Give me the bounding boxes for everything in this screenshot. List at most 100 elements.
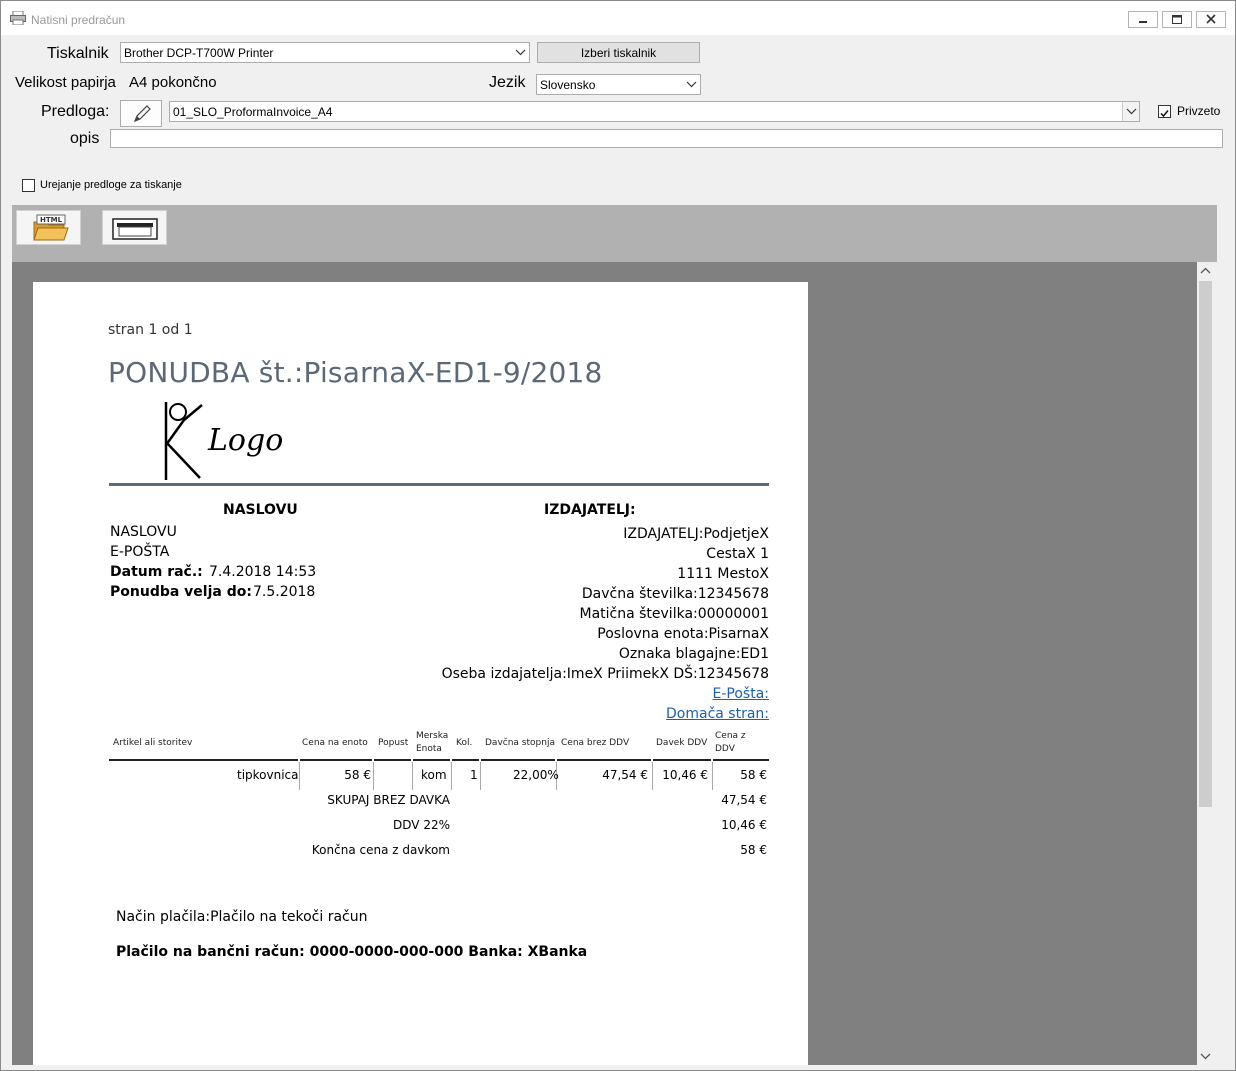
minimize-button[interactable] [1128,11,1158,28]
print-window: Natisni predračun Tiskalnik Brother DCP-… [0,0,1236,1071]
html-folder-icon: HTML [33,214,69,241]
edit-template-button[interactable] [120,100,162,127]
cell-divider [412,762,413,790]
issuer-line: Matična številka:00000001 [579,606,769,622]
cell-divider [712,762,713,790]
header-underline [481,759,555,761]
edit-template-label: Urejanje predloge za tiskanje [40,179,182,191]
cell-unit: kom [421,768,447,782]
edit-template-checkbox[interactable] [22,179,35,192]
pencil-icon [133,105,151,123]
col-header-qty: Kol. [456,738,473,748]
minimize-icon [1139,21,1147,23]
header-underline [452,759,479,761]
issuer-heading: IZDAJATELJ: [544,502,636,518]
header-underline [713,759,769,761]
document-page: stran 1 od 1 PONUDBA št.:PisarnaX-ED1-9/… [33,282,808,1065]
col-header-gross: Cena z DDV [715,731,746,754]
homepage-link[interactable]: Domača stran: [442,704,769,724]
cell-item: tipkovnica [237,768,299,782]
template-select[interactable]: 01_SLO_ProformaInvoice_A4 [169,101,1140,122]
template-label: Predloga: [41,103,110,120]
col-header-item: Artikel ali storitev [113,738,193,748]
cell-tax-rate: 22,00% [513,768,559,782]
header-divider [109,483,769,486]
total-gross-value: 58 € [740,843,767,857]
title-bar: Natisni predračun [1,1,1235,35]
company-logo: Logo [164,402,283,480]
language-label: Jezik [489,74,526,91]
print-button[interactable] [102,210,167,245]
issuer-line: Oseba izdajatelja:ImeX PriimekX DŠ:12345… [441,666,769,682]
vertical-scrollbar[interactable] [1197,262,1214,1065]
col-header-unit: Merska Enota [416,731,449,754]
valid-until-label: Ponudba velja do: [110,584,252,600]
cell-gross: 58 € [740,768,767,782]
checkmark-icon [1160,110,1169,118]
issuer-line: 1111 MestoX [677,566,769,582]
cell-vat: 10,46 € [662,768,708,782]
maximize-icon [1172,15,1182,24]
printer-icon [112,218,158,240]
total-vat-value: 10,46 € [721,818,767,832]
header-underline [109,759,298,761]
printer-select-value: Brother DCP-T700W Printer [124,46,274,60]
printer-label: Tiskalnik [47,45,109,62]
cell-divider [373,762,374,790]
language-select[interactable]: Slovensko [536,74,701,95]
choose-printer-button[interactable]: Izberi tiskalnik [537,42,700,63]
chevron-down-icon [1200,1053,1211,1060]
total-net-value: 47,54 € [721,793,767,807]
cell-unit-price: 58 € [344,768,371,782]
header-underline [374,759,411,761]
col-header-vat: Davek DDV [656,738,708,748]
maximize-button[interactable] [1162,11,1192,28]
window-title: Natisni predračun [31,13,126,27]
close-button[interactable] [1196,11,1226,28]
recipient-email: E-POŠTA [110,544,170,560]
chevron-down-icon [686,81,697,88]
cell-divider [451,762,452,790]
issuer-line: CestaX 1 [706,546,769,562]
template-select-value: 01_SLO_ProformaInvoice_A4 [173,105,333,119]
date-value: 7.4.2018 14:53 [209,564,317,580]
col-header-discount: Popust [378,738,409,748]
export-html-button[interactable]: HTML [16,210,81,245]
issuer-line: IZDAJATELJ:PodjetjeX [623,526,769,542]
cell-divider [652,762,653,790]
issuer-block: IZDAJATELJ:PodjetjeX CestaX 1 1111 Mesto… [442,524,769,724]
svg-text:Logo: Logo [207,423,283,458]
col-header-tax-rate: Davčna stopnja [485,738,555,748]
scrollbar-thumb[interactable] [1199,281,1212,807]
description-input[interactable] [110,129,1223,148]
total-net-label: SKUPAJ BREZ DAVKA [327,793,450,807]
bank-info: Plačilo na bančni račun: 0000-0000-000-0… [116,944,588,960]
cell-qty: 1 [470,768,478,782]
valid-until-value: 7.5.2018 [253,584,316,600]
preview-toolbar: HTML [12,205,1217,262]
header-underline [413,759,450,761]
cell-divider [480,762,481,790]
printer-select[interactable]: Brother DCP-T700W Printer [120,42,530,63]
recipient-name: NASLOVU [110,524,177,540]
chevron-down-icon [515,49,526,56]
cell-net: 47,54 € [602,768,648,782]
col-header-net: Cena brez DDV [561,738,630,748]
chevron-down-icon [1122,102,1139,121]
description-label: opis [70,130,100,147]
chevron-up-icon [1200,267,1211,274]
issuer-line: Davčna številka:12345678 [581,586,769,602]
default-checkbox[interactable] [1158,105,1171,118]
language-select-value: Slovensko [540,78,596,92]
issuer-line: Poslovna enota:PisarnaX [597,626,769,642]
paper-size-label: Velikost papirja [15,74,116,91]
recipient-heading: NASLOVU [223,502,298,518]
total-vat-label: DDV 22% [393,818,450,832]
header-underline [300,759,372,761]
printer-icon [10,11,26,25]
email-link[interactable]: E-Pošta: [442,684,770,704]
page-number: stran 1 od 1 [108,322,193,338]
col-header-unit-price: Cena na enoto [302,738,368,748]
print-preview[interactable]: stran 1 od 1 PONUDBA št.:PisarnaX-ED1-9/… [12,262,1197,1065]
default-label: Privzeto [1177,104,1221,118]
